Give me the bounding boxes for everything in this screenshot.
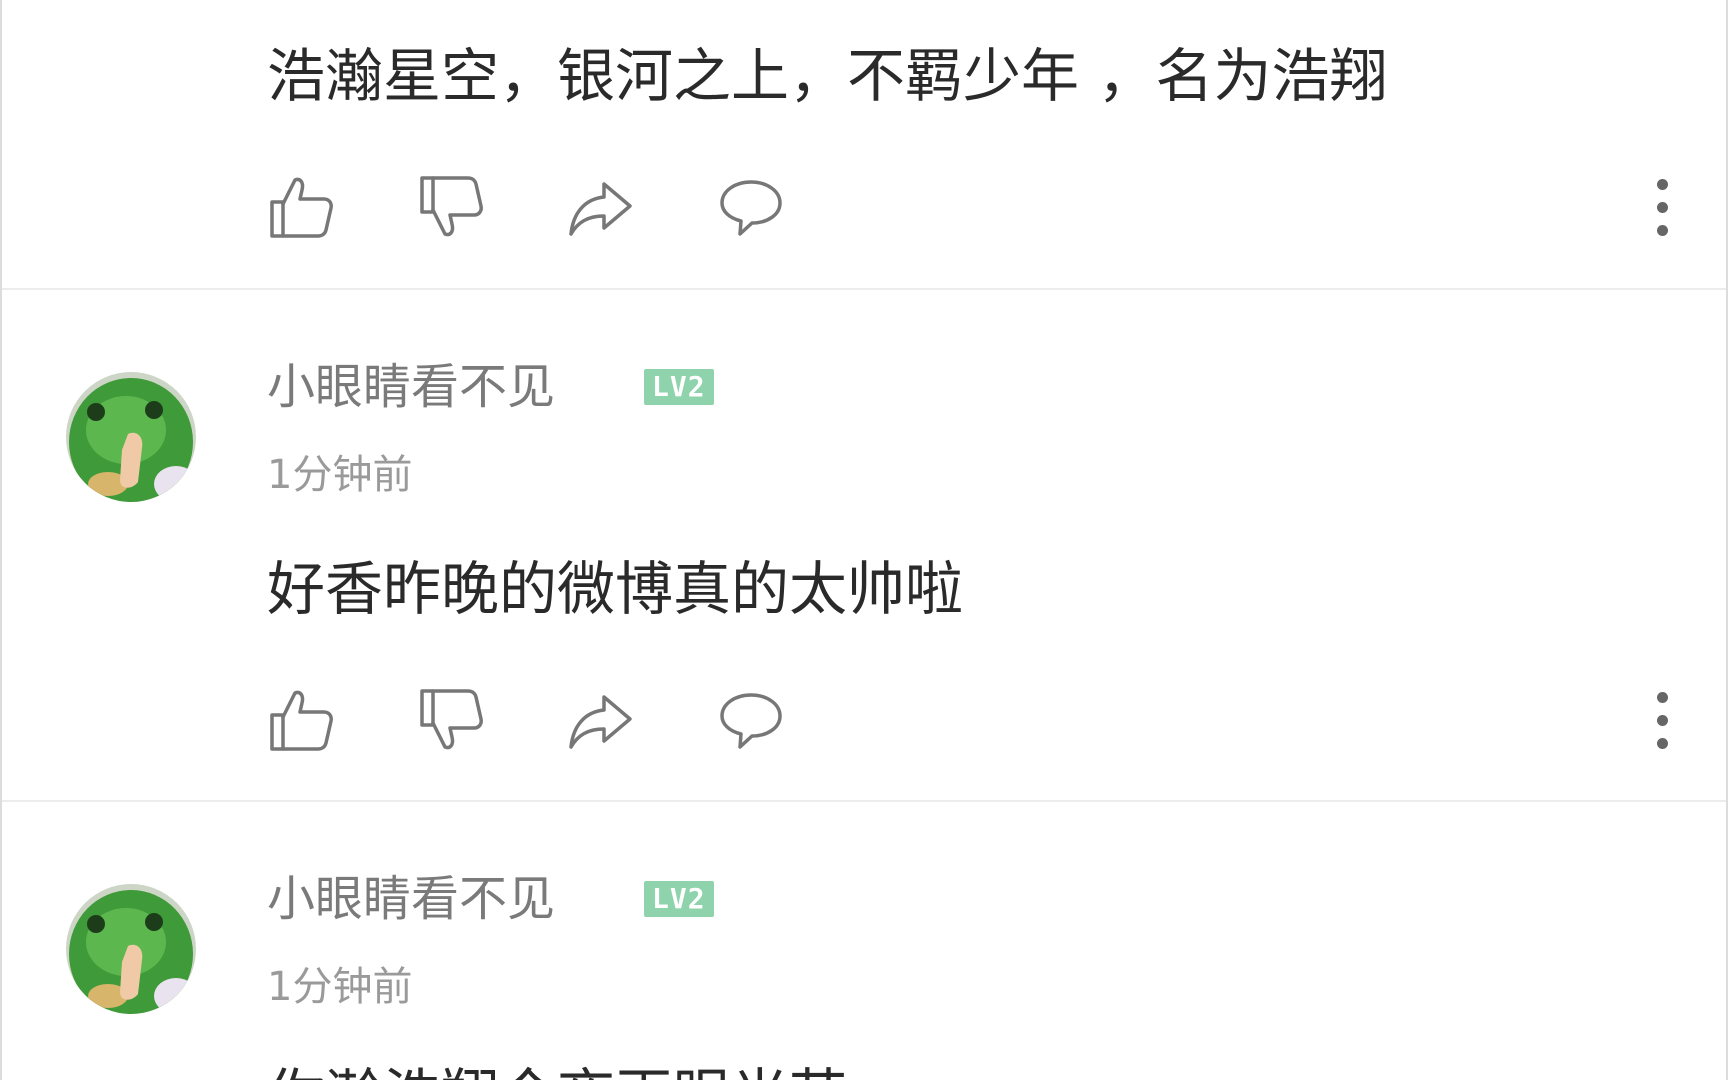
- comment-actions: [264, 170, 1684, 250]
- speech-bubble-icon: [720, 693, 782, 749]
- divider: [2, 288, 1726, 290]
- like-button[interactable]: [264, 683, 338, 757]
- thumb-down-icon: [420, 689, 483, 750]
- thumb-up-icon: [270, 690, 333, 751]
- thumb-down-icon: [420, 176, 483, 237]
- dislike-button[interactable]: [414, 170, 488, 244]
- level-badge: LV2: [644, 369, 714, 405]
- share-arrow-icon: [569, 182, 632, 236]
- avatar-image: [66, 884, 196, 1014]
- dislike-button[interactable]: [414, 683, 488, 757]
- avatar[interactable]: [66, 372, 196, 502]
- reply-button[interactable]: [714, 683, 788, 757]
- more-vertical-icon: [1656, 173, 1668, 242]
- comment-text: 你瀚浩翔今夜再眼光芒: [267, 1060, 847, 1080]
- comment-time: 1分钟前: [267, 964, 413, 1010]
- reply-button[interactable]: [714, 170, 788, 244]
- comment-time: 1分钟前: [267, 452, 413, 498]
- comment-text: 浩瀚星空，银河之上，不羁少年 ，名为浩翔: [267, 42, 1388, 110]
- username[interactable]: 小眼睛看不见: [267, 357, 555, 417]
- more-options-button[interactable]: [1640, 170, 1684, 244]
- thumb-up-icon: [270, 177, 333, 238]
- like-button[interactable]: [264, 170, 338, 244]
- divider: [2, 800, 1726, 802]
- avatar[interactable]: [66, 884, 196, 1014]
- more-vertical-icon: [1656, 686, 1668, 755]
- level-badge: LV2: [644, 881, 714, 917]
- comment-text: 好香昨晚的微博真的太帅啦: [267, 555, 964, 623]
- username[interactable]: 小眼睛看不见: [267, 869, 555, 929]
- share-button[interactable]: [564, 170, 638, 244]
- avatar-image: [66, 372, 196, 502]
- share-arrow-icon: [569, 695, 632, 749]
- share-button[interactable]: [564, 683, 638, 757]
- more-options-button[interactable]: [1640, 683, 1684, 757]
- speech-bubble-icon: [720, 180, 782, 236]
- comment-feed: 浩瀚星空，银河之上，不羁少年 ，名为浩翔 小眼睛看不见 LV2 1分钟前 好香昨…: [0, 0, 1728, 1080]
- comment-actions: [264, 683, 1684, 763]
